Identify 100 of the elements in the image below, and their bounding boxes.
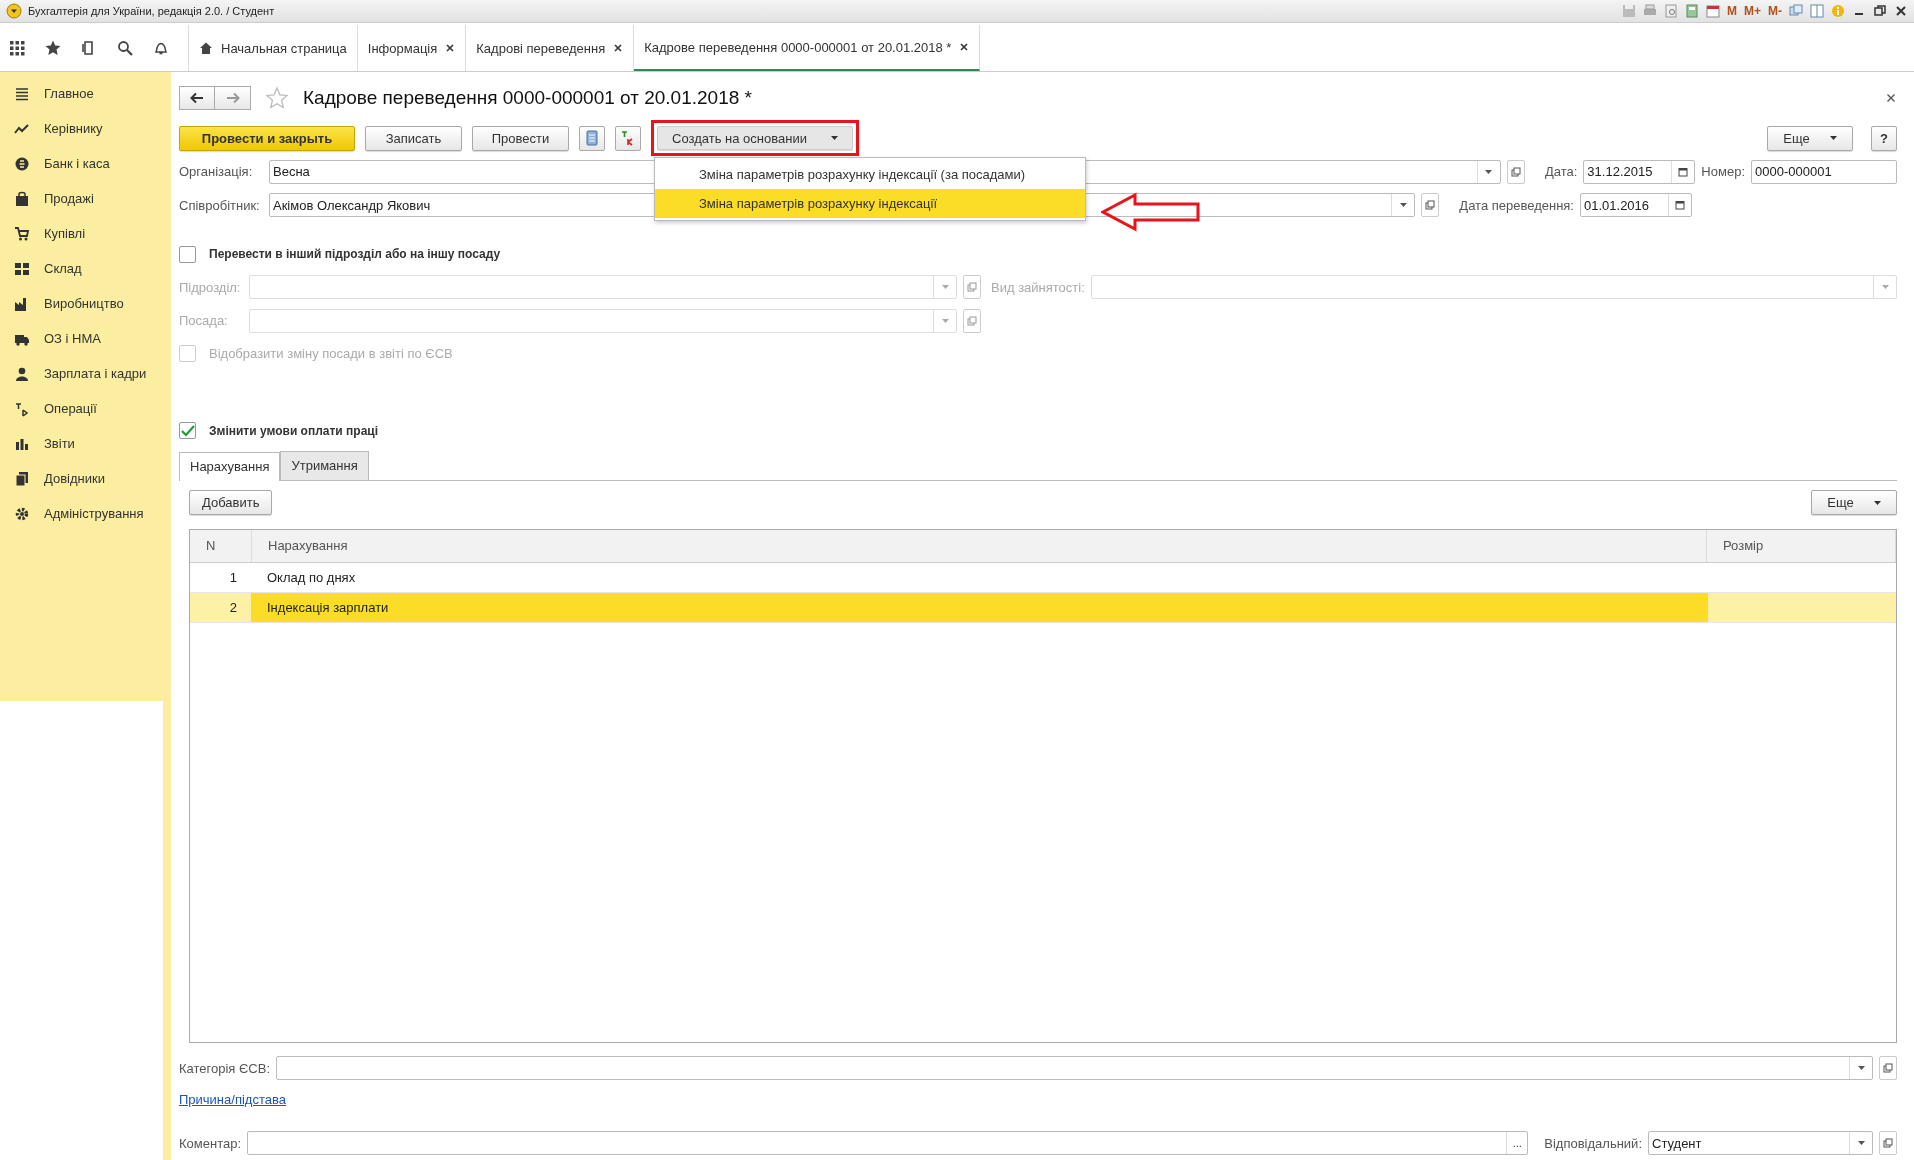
sidebar-item[interactable]: Адміністрування — [0, 496, 163, 531]
open-icon[interactable] — [1879, 1056, 1897, 1081]
sidebar-item[interactable]: Склад — [0, 251, 163, 286]
calculator-icon[interactable] — [1685, 4, 1699, 18]
field-label: Підрозділ: — [179, 279, 242, 295]
more-button[interactable]: Еще — [1767, 125, 1853, 151]
tab[interactable]: Начальная страница — [189, 25, 358, 71]
star-icon[interactable] — [44, 39, 62, 57]
sidebar-item[interactable]: Звіти — [0, 426, 163, 461]
list-button[interactable] — [579, 125, 605, 151]
open-icon[interactable] — [1879, 1131, 1897, 1156]
field-label: Вид зайнятості: — [991, 279, 1085, 295]
menu-item[interactable]: Зміна параметрів розрахунку індексації (за посадами) — [655, 160, 1085, 190]
memory-button[interactable]: M- — [1768, 4, 1782, 18]
sidebar-item[interactable]: Довідники — [0, 461, 163, 496]
tab[interactable]: Інформація — [357, 25, 467, 71]
sidebar-item[interactable]: Керівнику — [0, 111, 163, 146]
close-icon[interactable] — [1894, 4, 1908, 18]
column-header[interactable]: Нарахування — [252, 529, 1707, 562]
sidebar-item[interactable]: Виробництво — [0, 286, 163, 321]
sidebar-item[interactable]: Продажі — [0, 181, 163, 216]
esv-category-field[interactable] — [276, 1056, 1873, 1081]
sidebar-label: Банк і каса — [44, 156, 110, 171]
open-icon[interactable] — [963, 275, 981, 300]
tab[interactable]: Нарахування — [179, 451, 281, 481]
debit-credit-button[interactable] — [615, 125, 641, 151]
tab[interactable]: Утримання — [280, 450, 369, 480]
sidebar-label: ОЗ і НМА — [44, 331, 101, 346]
cart-icon — [14, 225, 30, 242]
command-button[interactable]: Провести — [472, 125, 569, 151]
memory-button[interactable]: M+ — [1744, 4, 1761, 18]
memory-button[interactable]: M — [1727, 4, 1737, 18]
tab-label: Начальная страница — [221, 40, 347, 56]
menu-icon[interactable] — [6, 3, 22, 19]
sidebar-item[interactable]: ОЗ і НМА — [0, 321, 163, 356]
table-row[interactable]: 2 Індексація зарплати — [190, 592, 1896, 623]
restore-icon[interactable] — [1873, 4, 1887, 18]
windows-icon[interactable] — [1789, 4, 1803, 18]
table-cell: Індексація зарплати — [251, 592, 1708, 622]
position-field[interactable] — [249, 308, 957, 333]
tab-label: Інформація — [367, 40, 438, 56]
close-icon[interactable] — [959, 42, 970, 52]
sidebar-label: Продажі — [44, 191, 94, 206]
calendar-icon[interactable] — [1706, 4, 1720, 18]
sidebar-label: Довідники — [44, 471, 105, 486]
tab[interactable]: Кадрове переведення 0000-000001 от 20.01.2018 * — [634, 25, 981, 71]
sidebar-label: Склад — [44, 261, 82, 276]
comment-field[interactable]: ... — [247, 1131, 1529, 1156]
close-icon[interactable] — [613, 43, 624, 53]
close-icon[interactable] — [445, 43, 456, 53]
sidebar-label: Главное — [44, 86, 94, 101]
star-icon[interactable] — [265, 85, 289, 110]
apps-grid-icon[interactable] — [8, 39, 26, 57]
help-button[interactable]: ? — [1871, 125, 1897, 151]
date-field[interactable]: 01.01.2016 — [1580, 193, 1692, 218]
sidebar-item[interactable]: Купівлі — [0, 216, 163, 251]
add-button[interactable]: Добавить — [189, 490, 273, 516]
table-row[interactable]: 1 Оклад по днях — [190, 562, 1896, 593]
select-button[interactable]: ... — [1506, 1132, 1528, 1155]
checkbox[interactable] — [179, 245, 196, 263]
sidebar-item[interactable]: Главное — [0, 76, 163, 111]
checkbox-label: Змінити умови оплати праці — [209, 423, 379, 438]
sidebar-item[interactable]: Операції — [0, 391, 163, 426]
open-icon[interactable] — [1421, 193, 1440, 218]
reason-link[interactable]: Причина/підстава — [179, 1092, 286, 1108]
sidebar-label: Керівнику — [44, 121, 103, 136]
open-icon[interactable] — [963, 308, 981, 333]
date-field[interactable]: 31.12.2015 — [1583, 159, 1696, 184]
sidebar-label: Адміністрування — [44, 506, 144, 521]
panels-icon[interactable] — [1810, 4, 1824, 18]
right-arrow-icon — [225, 91, 240, 104]
sidebar-item[interactable]: Зарплата і кадри — [0, 356, 163, 391]
field-label: Номер: — [1701, 164, 1745, 180]
command-button[interactable]: Записать — [365, 125, 462, 151]
command-button[interactable]: Провести и закрыть — [179, 125, 355, 151]
close-icon[interactable] — [1885, 91, 1897, 104]
caret-icon — [830, 136, 838, 141]
number-field[interactable]: 0000-000001 — [1751, 159, 1897, 184]
sidebar-item[interactable]: Банк і каса — [0, 146, 163, 181]
back-button[interactable] — [179, 85, 215, 110]
department-field[interactable] — [249, 275, 957, 300]
create-based-on-button[interactable]: Создать на основании — [657, 126, 853, 151]
open-icon[interactable] — [1506, 159, 1525, 184]
column-header[interactable]: N — [190, 529, 252, 562]
checkbox-label: Перевести в інший підрозділ або на іншу посаду — [209, 247, 501, 262]
field-label: Посада: — [179, 313, 229, 329]
search-icon[interactable] — [116, 39, 134, 57]
document-icon[interactable] — [1664, 4, 1678, 18]
person-icon — [14, 365, 30, 382]
column-header[interactable]: Розмір — [1707, 529, 1896, 562]
menu-item[interactable]: Зміна параметрів розрахунку індексації — [655, 189, 1085, 219]
list-icon — [14, 85, 30, 102]
employment-type-field[interactable] — [1090, 275, 1897, 300]
checkbox[interactable] — [179, 422, 196, 439]
checkbox-label: Відобразити зміну посади в звіті по ЄСВ — [209, 346, 453, 362]
checkbox[interactable] — [179, 345, 196, 363]
coin-icon — [14, 155, 30, 172]
responsible-field[interactable]: Студент — [1648, 1131, 1873, 1156]
printer-icon[interactable] — [1643, 4, 1657, 18]
more-button[interactable]: Еще — [1811, 490, 1897, 516]
